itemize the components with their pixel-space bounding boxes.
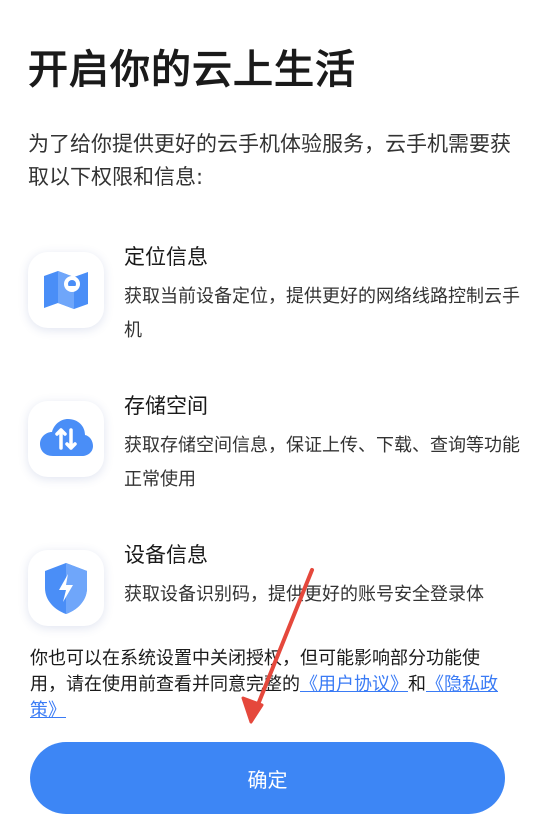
cloud-transfer-icon xyxy=(28,401,104,477)
permission-item-location: 定位信息 获取当前设备定位，提供更好的网络线路控制云手机 xyxy=(28,242,520,342)
location-map-icon xyxy=(28,252,104,328)
permission-item-device: 设备信息 获取设备识别码，提供更好的账号安全登录体 xyxy=(28,540,518,640)
user-agreement-link[interactable]: 《用户协议》 xyxy=(300,674,408,695)
intro-text: 为了给你提供更好的云手机体验服务，云手机需要获取以下权限和信息: xyxy=(28,132,511,189)
conjunction-text: 和 xyxy=(408,674,426,695)
permission-desc-location: 获取当前设备定位，提供更好的网络线路控制云手机 xyxy=(124,286,520,341)
security-shield-icon xyxy=(28,550,104,626)
permission-title-storage: 存储空间 xyxy=(124,394,208,418)
authorization-note: 你也可以在系统设置中关闭授权，但可能影响部分功能使用，请在使用前查看并同意完整的… xyxy=(30,646,500,724)
permission-desc-storage: 获取存储空间信息，保证上传、下载、查询等功能正常使用 xyxy=(124,435,520,490)
permission-item-storage: 存储空间 获取存储空间信息，保证上传、下载、查询等功能正常使用 xyxy=(28,391,520,491)
permission-desc-device: 获取设备识别码，提供更好的账号安全登录体 xyxy=(124,584,484,605)
permission-title-location: 定位信息 xyxy=(124,245,208,269)
page-title: 开启你的云上生活 xyxy=(28,47,356,93)
permission-title-device: 设备信息 xyxy=(124,543,208,567)
confirm-button[interactable]: 确定 xyxy=(30,742,505,814)
